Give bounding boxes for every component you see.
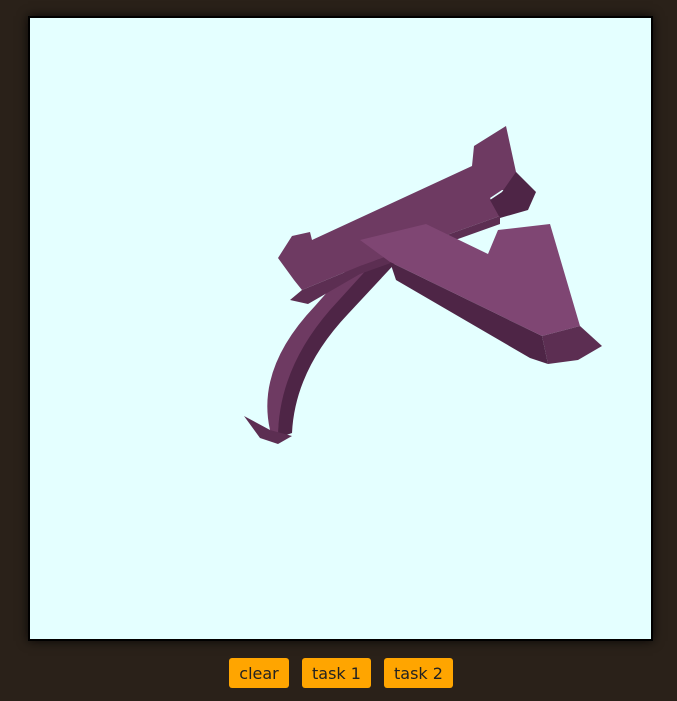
clear-button[interactable]: clear <box>229 658 289 688</box>
3d-viewport-canvas[interactable] <box>28 16 653 641</box>
task-1-button[interactable]: task 1 <box>302 658 371 688</box>
task-2-button[interactable]: task 2 <box>384 658 453 688</box>
button-toolbar: clear task 1 task 2 <box>0 658 677 688</box>
extruded-glyph <box>244 126 602 444</box>
